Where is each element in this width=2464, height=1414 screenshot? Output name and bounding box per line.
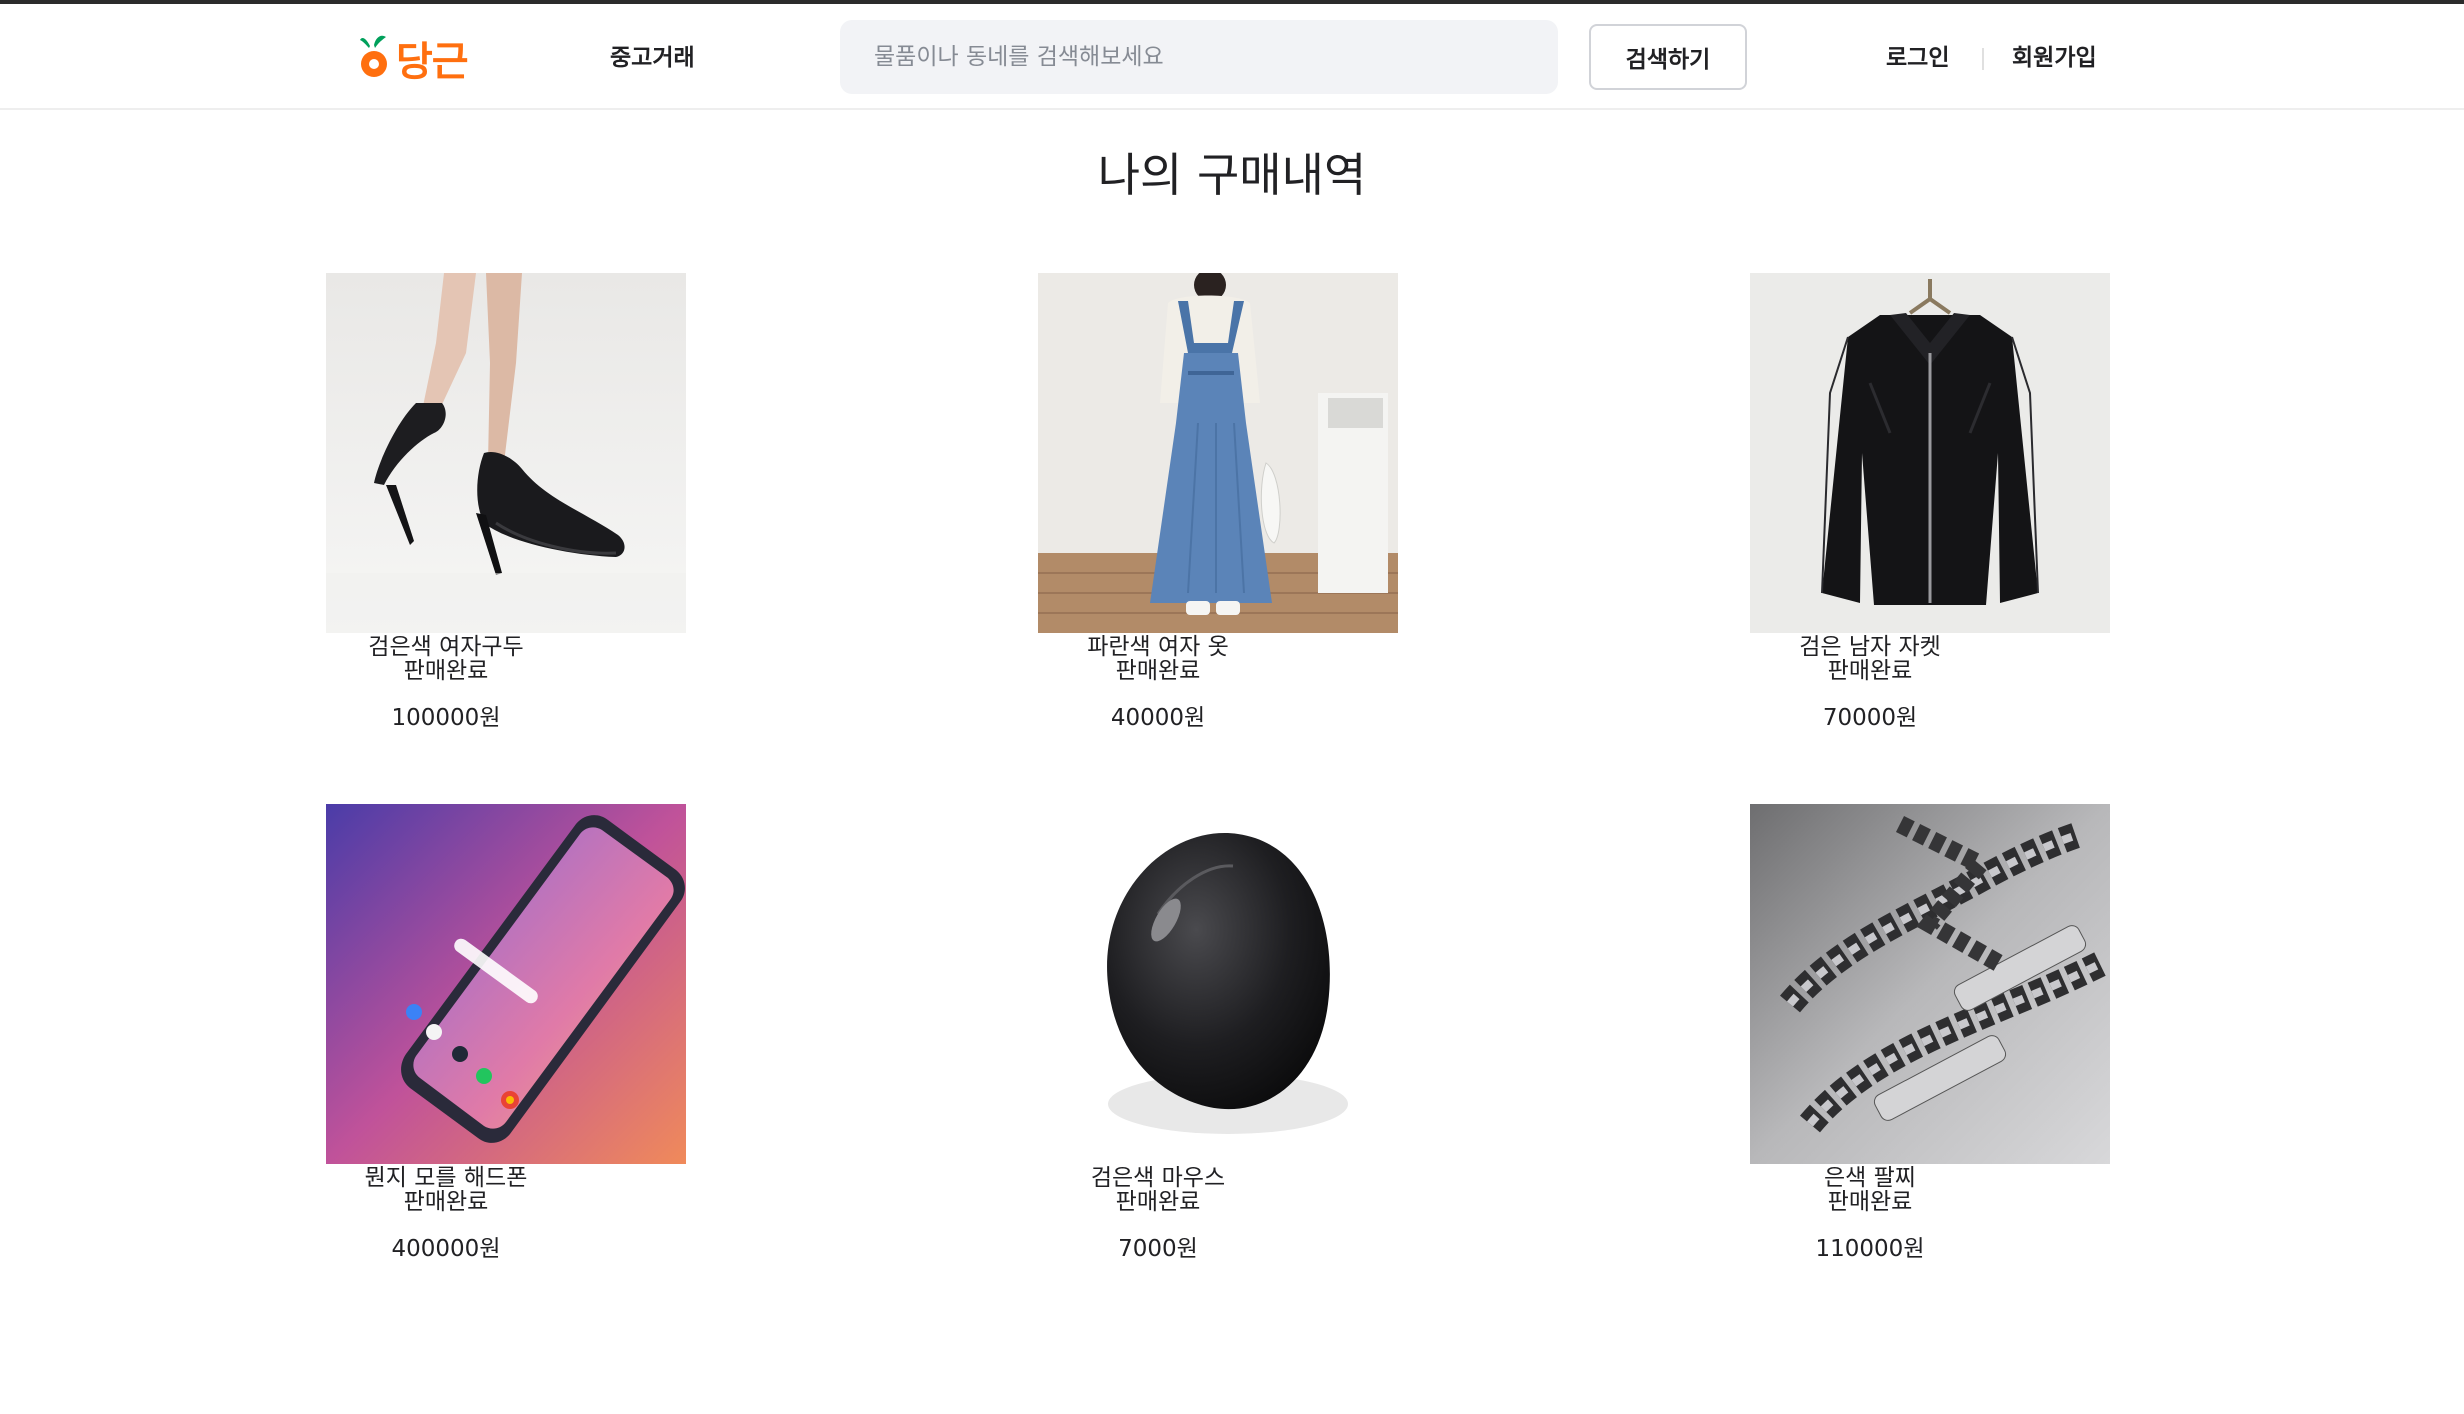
product-name: 파란색 여자 옷 [1087, 634, 1229, 660]
carrot-logo-icon [360, 35, 387, 77]
product-card[interactable]: 뭔지 모를 해드폰 판매완료 400000원 [326, 804, 686, 1264]
product-image-link[interactable] [1038, 804, 1398, 1164]
product-price: 7000원 [1118, 1236, 1198, 1262]
blue-denim-dress-image [1038, 273, 1398, 633]
product-info: 은색 팔찌 판매완료 110000원 [1750, 1166, 1990, 1264]
product-card[interactable]: 은색 팔찌 판매완료 110000원 [1750, 804, 2110, 1264]
product-info: 검은색 여자구두 판매완료 100000원 [326, 635, 566, 733]
product-price: 70000원 [1822, 705, 1918, 731]
product-card[interactable]: 검은 남자 자켓 판매완료 70000원 [1750, 273, 2110, 733]
product-name: 은색 팔찌 [1824, 1165, 1916, 1191]
product-status: 판매완료 [403, 658, 489, 684]
product-price: 100000원 [391, 705, 501, 731]
product-price: 110000원 [1815, 1236, 1925, 1262]
signup-link[interactable]: 회원가입 [2012, 38, 2097, 78]
product-info: 검은색 마우스 판매완료 7000원 [1038, 1166, 1278, 1264]
product-status: 판매완료 [1827, 1189, 1913, 1215]
product-card[interactable]: 파란색 여자 옷 판매완료 40000원 [1038, 273, 1398, 733]
site-header: 당근 중고거래 검색하기 로그인 회원가입 [0, 4, 2464, 110]
product-status: 판매완료 [1115, 1189, 1201, 1215]
product-status: 판매완료 [403, 1189, 489, 1215]
logo-link[interactable]: 당근 [356, 28, 469, 88]
auth-divider [1982, 48, 1984, 70]
product-card[interactable]: 검은색 마우스 판매완료 7000원 [1038, 804, 1398, 1264]
silver-bracelet-image [1750, 804, 2110, 1164]
search-input[interactable] [840, 20, 1558, 94]
product-image-link[interactable] [1750, 804, 2110, 1164]
product-image-link[interactable] [1750, 273, 2110, 633]
product-name: 검은 남자 자켓 [1799, 634, 1941, 660]
product-status: 판매완료 [1115, 658, 1201, 684]
logo-text: 당근 [396, 39, 469, 85]
product-card[interactable]: 검은색 여자구두 판매완료 100000원 [326, 273, 686, 733]
product-info: 파란색 여자 옷 판매완료 40000원 [1038, 635, 1278, 733]
black-mouse-image [1038, 804, 1398, 1164]
black-heels-image [326, 273, 686, 633]
black-leather-jacket-image [1750, 273, 2110, 633]
product-price: 400000원 [391, 1236, 501, 1262]
product-image-link[interactable] [1038, 273, 1398, 633]
product-status: 판매완료 [1827, 658, 1913, 684]
page-title: 나의 구매내역 [1097, 148, 1367, 202]
search-button[interactable]: 검색하기 [1589, 24, 1747, 90]
product-name: 검은색 여자구두 [368, 634, 524, 660]
product-price: 40000원 [1110, 705, 1206, 731]
login-link[interactable]: 로그인 [1886, 38, 1949, 78]
product-name: 뭔지 모를 해드폰 [364, 1165, 528, 1191]
smartphone-image [326, 804, 686, 1164]
product-image-link[interactable] [326, 804, 686, 1164]
product-name: 검은색 마우스 [1090, 1165, 1226, 1191]
product-image-link[interactable] [326, 273, 686, 633]
product-info: 뭔지 모를 해드폰 판매완료 400000원 [326, 1166, 566, 1264]
product-info: 검은 남자 자켓 판매완료 70000원 [1750, 635, 1990, 733]
nav-used-trade[interactable]: 중고거래 [610, 38, 695, 78]
